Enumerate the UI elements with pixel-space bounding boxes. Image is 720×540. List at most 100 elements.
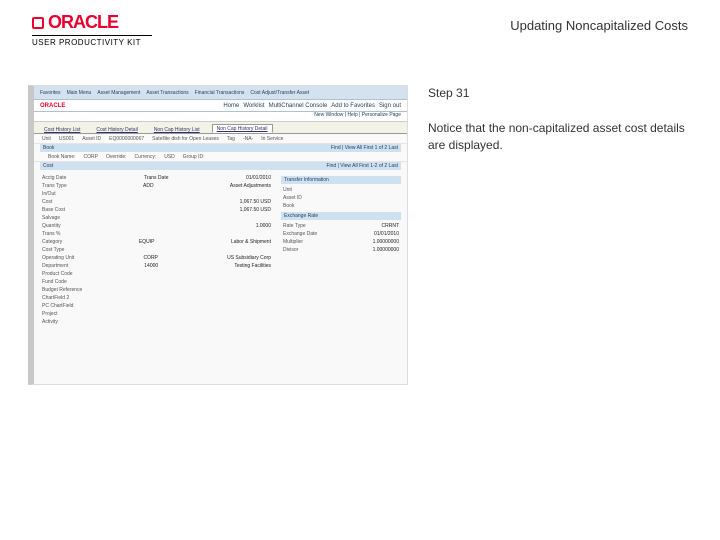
page-title: Updating Noncapitalized Costs	[510, 12, 688, 33]
val: 1.00000000	[373, 238, 399, 246]
val2: Asset Adjustments	[230, 182, 271, 190]
tab-cost-history-list[interactable]: Cost History List	[40, 126, 84, 133]
lbl: Product Code	[42, 270, 73, 278]
tab-noncap-history-list[interactable]: Non Cap History List	[150, 126, 204, 133]
ss-link-worklist[interactable]: Worklist	[243, 103, 264, 109]
tab-noncap-history-detail[interactable]: Non Cap History Detail	[212, 124, 273, 133]
logo-divider	[32, 35, 152, 36]
lbl: PC ChartField	[42, 302, 73, 310]
lbl: Trans %	[42, 230, 60, 238]
val: CORP	[143, 254, 157, 262]
val-currency: USD	[164, 154, 175, 160]
book-fields: Book Name: CORP Override: Currency: USD …	[34, 152, 407, 162]
breadcrumb-item[interactable]: Asset Transactions	[146, 90, 188, 96]
val: ADD	[143, 182, 154, 190]
instruction-panel: Step 31 Notice that the non-capitalized …	[428, 85, 704, 385]
main-content: Favorites Main Menu Asset Management Ass…	[0, 55, 720, 401]
val-tag: -NA-	[243, 136, 253, 142]
cost-find[interactable]: Find | View All	[326, 163, 357, 169]
ss-link-signout[interactable]: Sign out	[379, 103, 401, 109]
lbl: ChartField 2	[42, 294, 69, 302]
ss-link-addfav[interactable]: Add to Favorites	[331, 103, 375, 109]
lbl: Project	[42, 310, 58, 318]
lbl-tag: Tag	[227, 136, 235, 142]
left-column: Acctg Date Trans Date 01/01/2010 Trans Typ…	[40, 174, 273, 326]
tab-cost-history-detail[interactable]: Cost History Detail	[92, 126, 141, 133]
val: 01/01/2010	[374, 230, 399, 238]
breadcrumb-item[interactable]: Main Menu	[67, 90, 92, 96]
lbl: In/Out	[42, 190, 56, 198]
ss-oracle-logo: ORACLE	[40, 103, 65, 109]
lbl-currency: Currency:	[135, 154, 157, 160]
ss-breadcrumb: Favorites Main Menu Asset Management Ass…	[34, 86, 407, 100]
ss-tabs: Cost History List Cost History Detail No…	[34, 122, 407, 134]
section-book: Book Find | View All First 1 of 2 Last	[40, 144, 401, 152]
lbl: Exchange Date	[283, 230, 317, 238]
embedded-screenshot: Favorites Main Menu Asset Management Ass…	[28, 85, 408, 385]
doc-header: ORACLE USER PRODUCTIVITY KIT Updating No…	[0, 0, 720, 55]
step-body: Notice that the non-capitalized asset co…	[428, 120, 686, 154]
lbl: Asset ID	[283, 194, 302, 202]
ss-toplinks: Home Worklist MultiChannel Console Add t…	[223, 103, 401, 109]
val: 1.0000	[256, 222, 271, 230]
lbl: Activity	[42, 318, 58, 326]
lbl: Budget Reference	[42, 286, 82, 294]
book-nav[interactable]: Find | View All First 1 of 2 Last	[331, 145, 398, 151]
lbl: Book	[283, 202, 294, 210]
step-label: Step 31	[428, 85, 686, 102]
val: CRRNT	[382, 222, 400, 230]
lbl2: Trans Date	[144, 174, 169, 182]
oracle-upk-subtitle: USER PRODUCTIVITY KIT	[32, 38, 152, 47]
lbl: Department	[42, 262, 68, 270]
ss-page-tools[interactable]: New Window | Help | Personalize Page	[34, 112, 407, 122]
lbl: Category	[42, 238, 62, 246]
val: EQUIP	[139, 238, 155, 246]
val2: Testing Facilities	[234, 262, 271, 270]
lbl: Quantity	[42, 222, 61, 230]
cost-nav[interactable]: Find | View All First 1-2 of 2 Last	[326, 163, 398, 169]
section-cost: Cost Find | View All First 1-2 of 2 Last	[40, 162, 401, 170]
book-title: Book	[43, 145, 54, 151]
val: 14000	[144, 262, 158, 270]
val-status: In Service	[261, 136, 283, 142]
lbl: Multiplier	[283, 238, 303, 246]
val2: Labor & Shipment	[231, 238, 271, 246]
val: 1.00000000	[373, 246, 399, 254]
lbl: Divisor	[283, 246, 298, 254]
ss-body: Acctg Date Trans Date 01/01/2010 Trans Typ…	[34, 170, 407, 330]
oracle-logo-block: ORACLE USER PRODUCTIVITY KIT	[32, 12, 152, 47]
lbl: Acctg Date	[42, 174, 66, 182]
breadcrumb-item[interactable]: Asset Management	[97, 90, 140, 96]
val: 1,067.50 USD	[240, 198, 271, 206]
ss-link-mcc[interactable]: MultiChannel Console	[269, 103, 328, 109]
oracle-logo-icon	[32, 17, 44, 29]
breadcrumb-item[interactable]: Favorites	[40, 90, 61, 96]
breadcrumb-item[interactable]: Financial Transactions	[195, 90, 245, 96]
lbl: Cost	[42, 198, 52, 206]
section-exchange-rate: Exchange Rate	[281, 212, 401, 220]
lbl: Salvage	[42, 214, 60, 222]
ss-subheader: Unit US001 Asset ID EQ0000000067 Satelli…	[34, 134, 407, 144]
lbl: Operating Unit	[42, 254, 74, 262]
lbl-bookname: Book Name:	[48, 154, 76, 160]
lbl: Trans Type	[42, 182, 67, 190]
val2: US Subsidiary Corp	[227, 254, 271, 262]
ss-brand-row: ORACLE Home Worklist MultiChannel Consol…	[34, 100, 407, 112]
val-bookname: CORP	[84, 154, 98, 160]
book-find[interactable]: Find | View All	[331, 145, 362, 151]
lbl: Rate Type	[283, 222, 306, 230]
right-column: Transfer Information Unit Asset ID Book …	[281, 174, 401, 326]
cost-rows: First 1-2 of 2 Last	[359, 163, 398, 169]
oracle-logo: ORACLE	[32, 12, 152, 33]
lbl: Fund Code	[42, 278, 67, 286]
book-rows: First 1 of 2 Last	[364, 145, 398, 151]
val-desc: Satellite dish for Open Leases	[152, 136, 219, 142]
ss-link-home[interactable]: Home	[223, 103, 239, 109]
val: 1,067.50 USD	[240, 206, 271, 214]
val-asset: EQ0000000067	[109, 136, 144, 142]
breadcrumb-item[interactable]: Cost Adjust/Transfer Asset	[250, 90, 309, 96]
lbl-group: Group ID:	[183, 154, 205, 160]
lbl-override: Override:	[106, 154, 127, 160]
lbl-asset: Asset ID	[82, 136, 101, 142]
val: 01/01/2010	[246, 174, 271, 182]
